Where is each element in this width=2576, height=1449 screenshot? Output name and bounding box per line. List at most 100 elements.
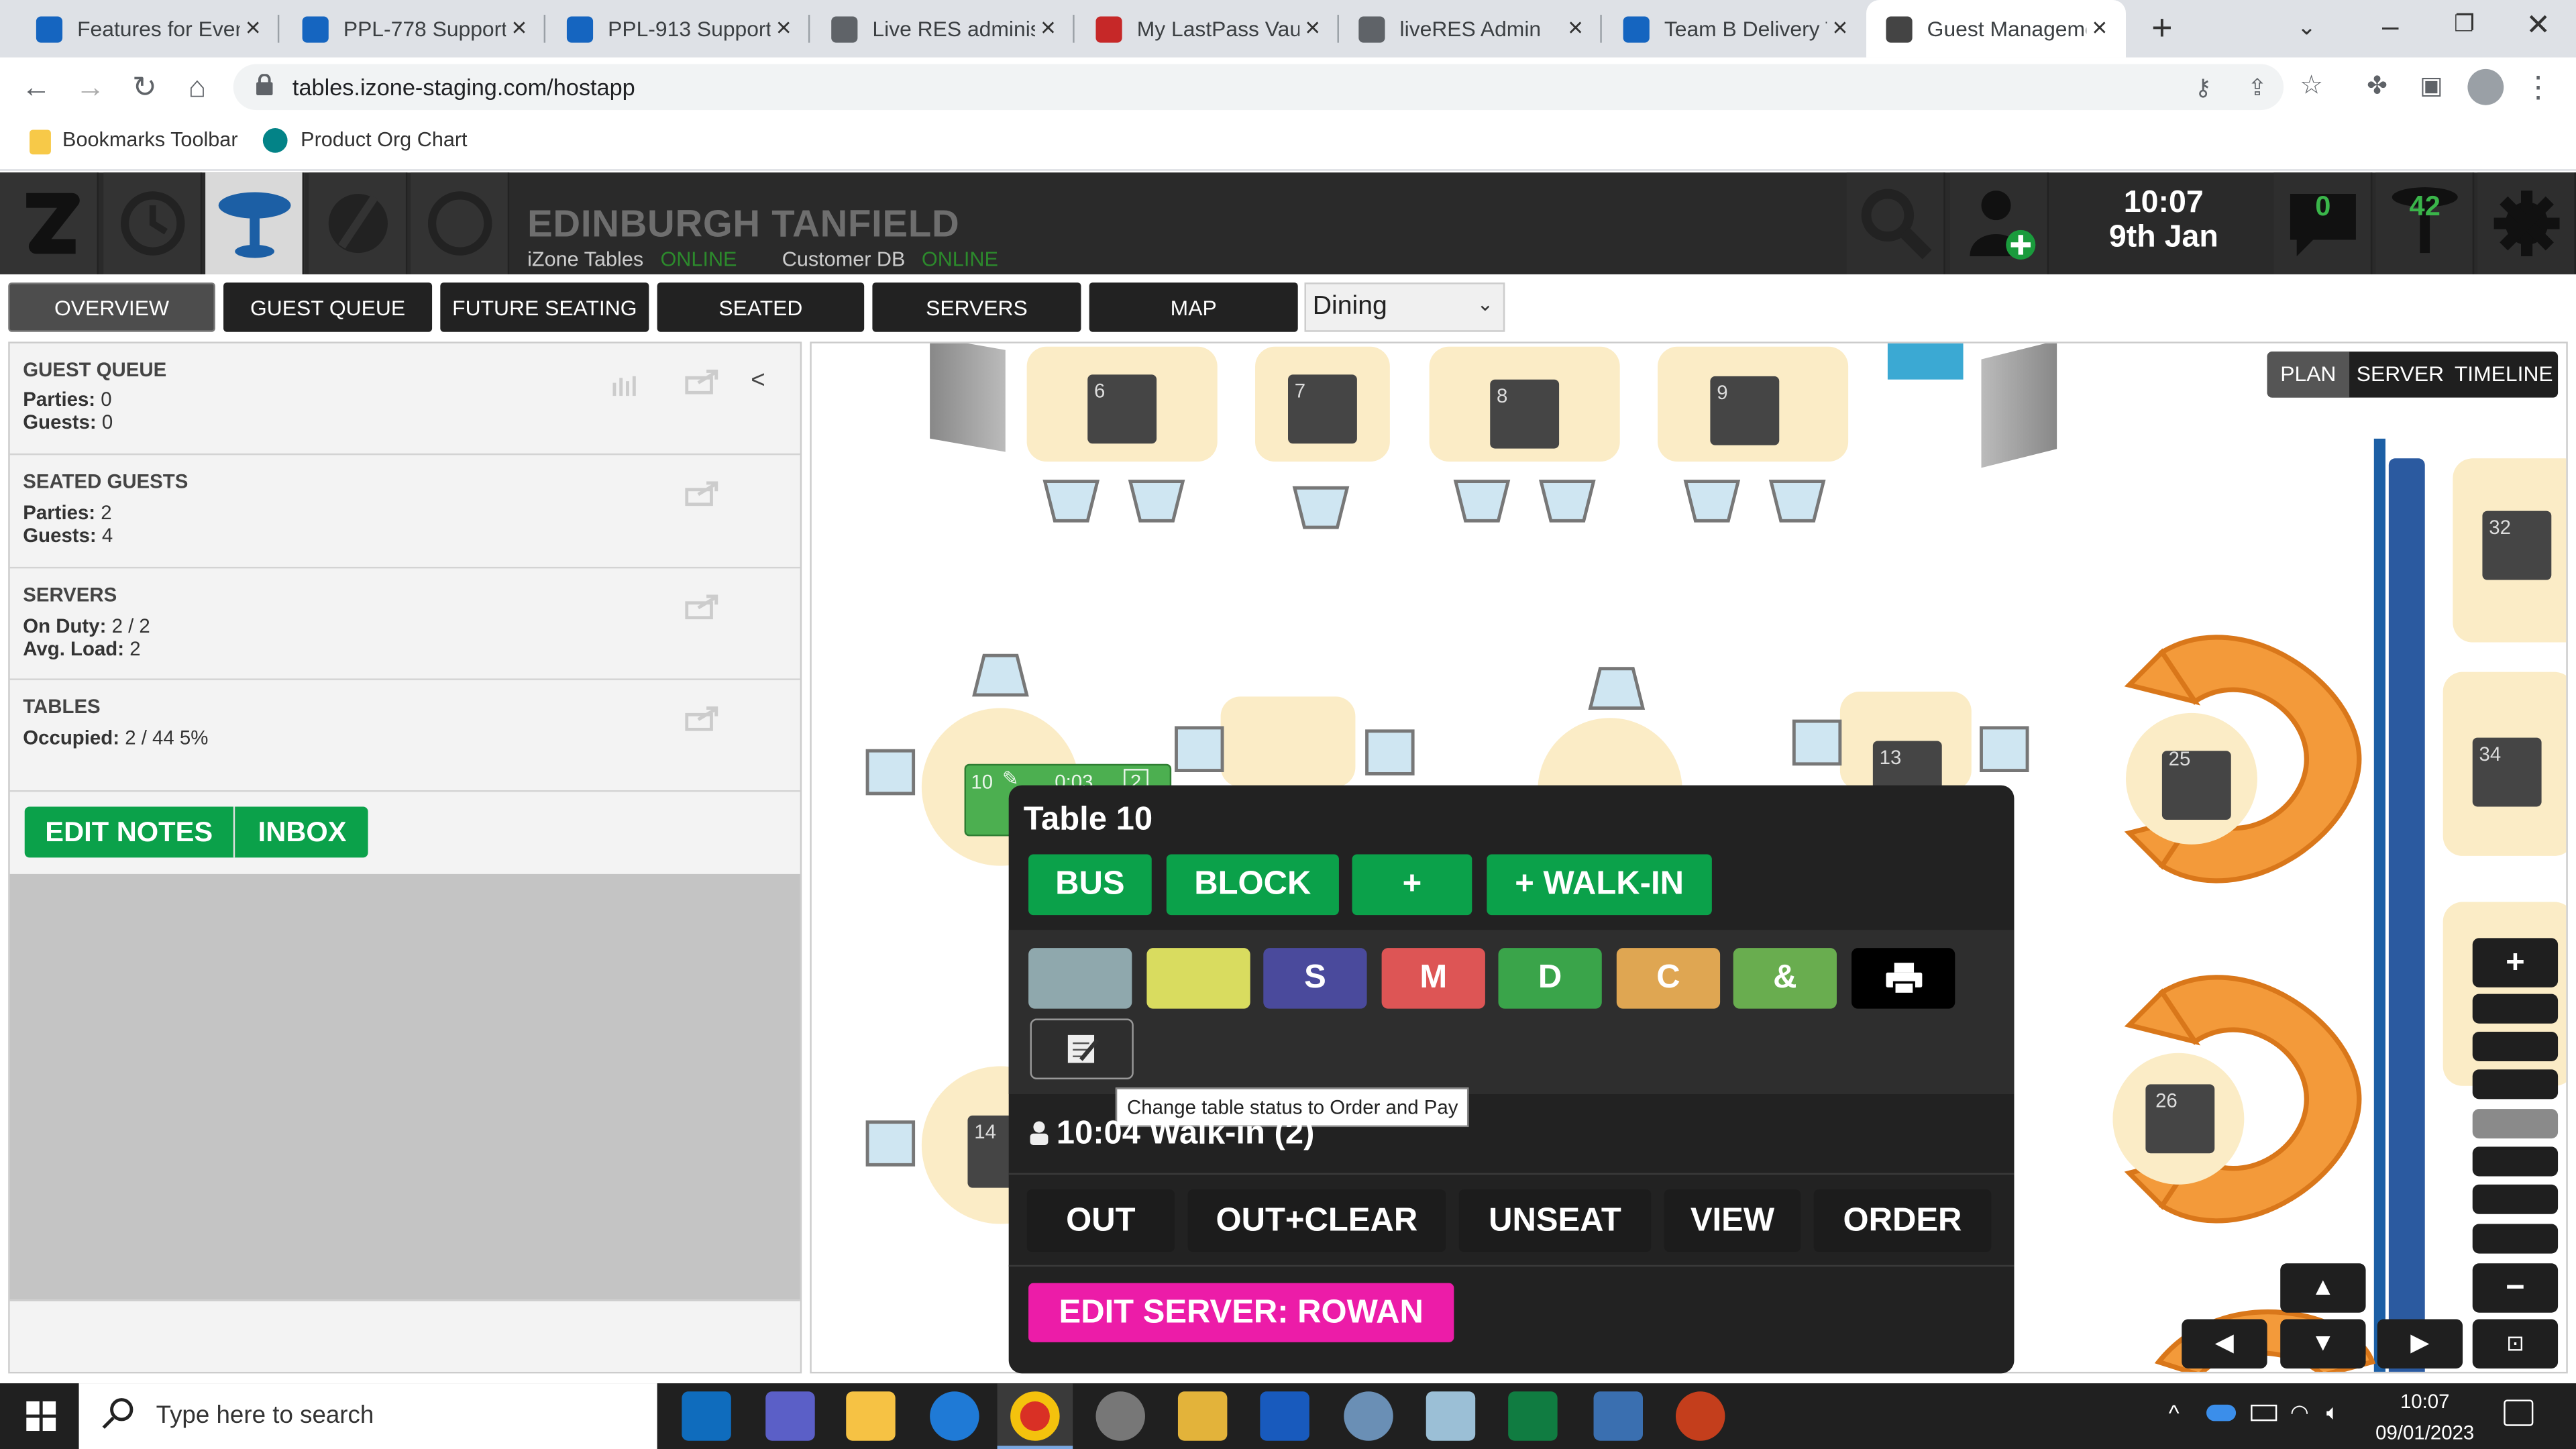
settings-gear-icon[interactable] [2477, 172, 2576, 274]
menu-plate-icon[interactable] [309, 172, 408, 274]
bus-button[interactable]: BUS [1028, 854, 1152, 916]
tab-seated[interactable]: SEATED [657, 282, 865, 332]
lock-app-icon[interactable] [1177, 1391, 1228, 1441]
battery-icon[interactable] [2251, 1404, 2277, 1421]
browser-tab[interactable]: Features for Event × [16, 0, 280, 58]
tab-search-icon[interactable]: ⌄ [2292, 13, 2321, 43]
table-7[interactable]: 7 [1255, 346, 1390, 462]
edit-notes-button[interactable]: EDIT NOTES [25, 806, 235, 858]
zoom-level-1[interactable] [2472, 994, 2559, 1024]
home-icon[interactable]: ⌂ [177, 67, 217, 107]
tab-plan[interactable]: PLAN [2267, 352, 2350, 398]
table-14[interactable]: 14 [967, 1115, 1014, 1188]
wifi-icon[interactable]: ◠ [2290, 1400, 2309, 1426]
powerpoint-icon[interactable] [1675, 1391, 1725, 1441]
pan-up-button[interactable]: ▲ [2280, 1263, 2366, 1313]
browser-tab[interactable]: PPL-778 Support × [282, 0, 546, 58]
zoom-in-button[interactable]: + [2472, 938, 2559, 987]
teams-icon[interactable] [765, 1391, 815, 1441]
app-icon-2[interactable] [1426, 1391, 1476, 1441]
status-swatch-d[interactable]: D [1498, 948, 1602, 1009]
browser-tab[interactable]: PPL-913 Support × [547, 0, 810, 58]
tab-server[interactable]: SERVER [2351, 352, 2450, 398]
volume-icon[interactable]: 🔈︎ [2326, 1400, 2339, 1426]
bookmark-toolbar[interactable]: Bookmarks Toolbar [62, 128, 237, 151]
table-view-icon[interactable] [205, 172, 305, 274]
table-8[interactable]: 8 [1429, 346, 1620, 462]
bookmark-star-icon[interactable]: ☆ [2292, 67, 2331, 107]
reload-icon[interactable]: ↻ [125, 67, 164, 107]
fit-view-button[interactable]: ⊡ [2472, 1319, 2559, 1369]
unseat-button[interactable]: UNSEAT [1458, 1189, 1652, 1252]
table-11[interactable] [1220, 696, 1356, 788]
password-key-icon[interactable]: ⚷ [2184, 67, 2223, 107]
order-button[interactable]: ORDER [1813, 1189, 1992, 1252]
print-icon[interactable] [1851, 948, 1955, 1009]
close-tab-icon[interactable]: × [1562, 14, 1589, 44]
zoom-level-2[interactable] [2472, 1031, 2559, 1062]
zoom-level-3[interactable] [2472, 1069, 2559, 1099]
booth-26[interactable] [2112, 959, 2375, 1238]
browser-tab[interactable]: liveRES Admin × [1339, 0, 1602, 58]
table-6[interactable]: 6 [1026, 346, 1218, 462]
zoom-level-5[interactable] [2472, 1184, 2559, 1214]
status-swatch-and[interactable]: & [1733, 948, 1837, 1009]
close-tab-icon[interactable]: × [1035, 14, 1061, 44]
file-explorer-icon[interactable] [846, 1391, 896, 1441]
inbox-button[interactable]: INBOX [237, 806, 368, 857]
taskbar-time[interactable]: 10:07 [2366, 1390, 2484, 1413]
share-icon[interactable]: ⇪ [2238, 67, 2277, 107]
onedrive-icon[interactable] [2206, 1404, 2237, 1421]
browser-tab[interactable]: Guest Manageme × [1866, 0, 2127, 58]
share-icon[interactable] [685, 480, 721, 506]
word-icon[interactable] [1260, 1391, 1309, 1441]
table-32[interactable]: 32 [2453, 458, 2567, 643]
close-tab-icon[interactable]: × [771, 14, 797, 44]
tab-overview[interactable]: OVERVIEW [8, 282, 215, 332]
edit-server-button[interactable]: EDIT SERVER: ROWAN [1028, 1283, 1454, 1342]
tab-timeline[interactable]: TIMELINE [2449, 352, 2558, 398]
out-button[interactable]: OUT [1026, 1189, 1175, 1252]
walk-in-button[interactable]: + WALK-IN [1487, 854, 1712, 916]
browser-tab[interactable]: Live RES administ × [812, 0, 1075, 58]
tab-map[interactable]: MAP [1089, 282, 1298, 332]
network-app-icon[interactable] [1593, 1391, 1643, 1441]
search-icon[interactable] [1846, 172, 1945, 274]
notification-icon[interactable] [2504, 1399, 2534, 1426]
bookmark-product-org-chart[interactable]: Product Org Chart [301, 128, 467, 151]
windows-start-icon[interactable] [26, 1401, 56, 1432]
tab-future-seating[interactable]: FUTURE SEATING [440, 282, 649, 332]
taskbar-date[interactable]: 09/01/2023 [2366, 1421, 2484, 1444]
tab-guest-queue[interactable]: GUEST QUEUE [223, 282, 433, 332]
paint-icon[interactable] [1344, 1391, 1393, 1441]
share-icon[interactable] [685, 593, 721, 620]
zoom-level-6[interactable] [2472, 1224, 2559, 1254]
close-tab-icon[interactable]: × [240, 14, 266, 44]
booking-line[interactable]: 10:04 Walk-in (2) [1057, 1116, 1315, 1153]
table-13[interactable]: 13 [1839, 692, 1972, 810]
bar-chart-icon[interactable] [611, 373, 641, 396]
share-icon[interactable] [685, 368, 721, 394]
status-swatch-m[interactable]: M [1381, 948, 1485, 1009]
block-button[interactable]: BLOCK [1166, 854, 1339, 916]
circle-icon[interactable] [411, 172, 510, 274]
extensions-icon[interactable]: ✤ [2357, 67, 2397, 107]
zoom-out-button[interactable]: − [2472, 1263, 2559, 1313]
view-button[interactable]: VIEW [1664, 1189, 1801, 1252]
browser-tab[interactable]: My LastPass Vault × [1076, 0, 1339, 58]
izone-logo-icon[interactable] [0, 172, 99, 274]
edge-icon[interactable] [930, 1391, 979, 1441]
side-panel-icon[interactable]: ▣ [2412, 67, 2451, 107]
chrome-icon[interactable] [1010, 1391, 1060, 1441]
address-bar[interactable]: tables.izone-staging.com/hostapp [233, 64, 2284, 111]
status-swatch-s[interactable]: S [1263, 948, 1367, 1009]
browser-tab[interactable]: Team B Delivery T × [1603, 0, 1866, 58]
zoom-level-4[interactable] [2472, 1146, 2559, 1177]
pan-down-button[interactable]: ▼ [2280, 1319, 2366, 1369]
tray-chevron-icon[interactable]: ^ [2169, 1400, 2180, 1426]
zoom-level-current[interactable] [2472, 1109, 2559, 1139]
out-clear-button[interactable]: OUT+CLEAR [1187, 1189, 1446, 1252]
status-swatch-c[interactable]: C [1616, 948, 1721, 1009]
close-tab-icon[interactable]: × [1827, 14, 1853, 44]
forward-icon[interactable]: → [70, 67, 110, 107]
